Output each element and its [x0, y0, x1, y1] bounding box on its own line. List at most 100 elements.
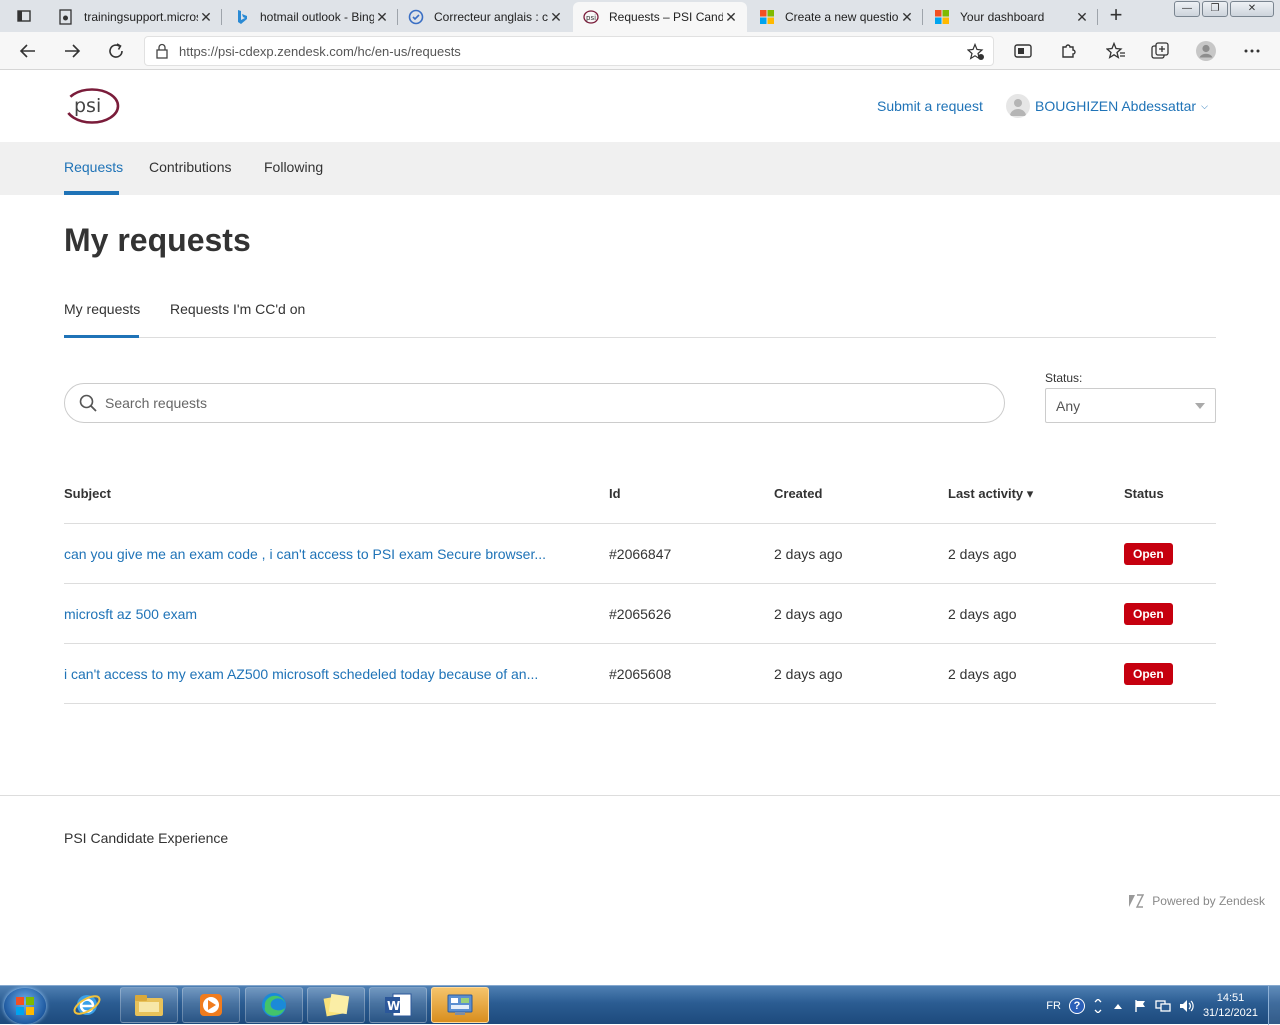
request-created: 2 days ago [774, 606, 843, 622]
taskbar-sticky-notes[interactable] [307, 987, 365, 1023]
windows-taskbar: W FR ? 14:51 31/12/2021 [0, 985, 1280, 1025]
language-indicator[interactable]: FR [1046, 1000, 1061, 1012]
column-header-id[interactable]: Id [609, 486, 621, 501]
tab-title: trainingsupport.microsoft.com [84, 10, 198, 24]
column-header-last-activity[interactable]: Last activity ▾ [948, 486, 1033, 502]
footer-brand-link[interactable]: PSI Candidate Experience [64, 830, 228, 846]
status-badge: Open [1124, 663, 1173, 685]
lock-icon [145, 43, 179, 59]
start-button[interactable] [4, 988, 46, 1024]
sub-navigation: Requests Contributions Following [0, 142, 1280, 195]
control-panel-icon [447, 994, 473, 1015]
browser-tab[interactable]: Correcteur anglais : c ✕ [398, 2, 572, 32]
site-footer: PSI Candidate Experience Powered by Zend… [0, 795, 1280, 985]
column-header-subject[interactable]: Subject [64, 486, 111, 501]
browser-tab[interactable]: Create a new question ✕ [749, 2, 923, 32]
edge-icon [262, 993, 286, 1017]
browser-tab-active[interactable]: psi Requests – PSI Candidate Experience … [573, 2, 747, 32]
taskbar-internet-explorer[interactable] [58, 987, 116, 1023]
search-input[interactable] [105, 395, 905, 411]
add-favorite-icon[interactable] [966, 42, 985, 64]
grammar-checker-icon [408, 9, 424, 25]
favorites-icon[interactable] [1105, 40, 1127, 62]
browser-tab[interactable]: Your dashboard ✕ [924, 2, 1098, 32]
arrow-right-icon [65, 44, 81, 58]
user-menu[interactable]: BOUGHIZEN Abdessattar ⌵ [1006, 94, 1208, 118]
help-icon[interactable]: ? [1068, 997, 1085, 1014]
avatar [1006, 94, 1030, 118]
requests-table: Subject Id Created Last activity ▾ Statu… [64, 463, 1216, 704]
show-desktop-button[interactable] [1268, 986, 1280, 1025]
minimize-button[interactable]: — [1174, 1, 1200, 17]
request-subject-link[interactable]: can you give me an exam code , i can't a… [64, 546, 546, 562]
taskbar-media-player[interactable] [182, 987, 240, 1023]
table-row: can you give me an exam code , i can't a… [64, 524, 1216, 584]
powered-by-zendesk-link[interactable]: Powered by Zendesk [1128, 894, 1265, 908]
psi-logo[interactable]: psi [63, 87, 121, 125]
request-id: #2065608 [609, 666, 672, 682]
search-box[interactable] [64, 383, 1005, 423]
taskbar-word[interactable]: W [369, 987, 427, 1023]
column-header-created[interactable]: Created [774, 486, 822, 501]
tab-actions-button[interactable] [0, 0, 48, 32]
action-center-flag-icon[interactable] [1133, 999, 1147, 1013]
request-created: 2 days ago [774, 666, 843, 682]
address-bar[interactable]: https://psi-cdexp.zendesk.com/hc/en-us/r… [144, 36, 994, 66]
refresh-button[interactable] [101, 36, 131, 66]
back-button[interactable] [13, 36, 43, 66]
tab-cc-requests[interactable]: Requests I'm CC'd on [170, 301, 305, 317]
volume-icon[interactable] [1179, 999, 1195, 1013]
clock-time: 14:51 [1216, 991, 1245, 1004]
psi-favicon-icon: psi [583, 9, 599, 25]
show-hidden-icons-icon[interactable] [1113, 1002, 1123, 1010]
status-filter-label: Status: [1045, 371, 1083, 385]
status-filter-select[interactable]: Any [1045, 388, 1216, 423]
new-tab-button[interactable]: + [1102, 4, 1130, 28]
more-options-icon[interactable] [1241, 40, 1263, 62]
clock[interactable]: 14:51 31/12/2021 [1203, 991, 1258, 1021]
subnav-item-following[interactable]: Following [264, 159, 323, 175]
tab-close-icon[interactable]: ✕ [548, 9, 564, 26]
request-subject-link[interactable]: microsft az 500 exam [64, 606, 197, 622]
profile-avatar-icon[interactable] [1195, 40, 1217, 62]
column-header-status[interactable]: Status [1124, 486, 1164, 501]
refresh-icon [109, 43, 123, 58]
tab-actions-icon [17, 10, 31, 22]
subnav-item-contributions[interactable]: Contributions [149, 159, 232, 175]
powered-by-text: Powered by Zendesk [1152, 894, 1265, 908]
collections-app-icon[interactable] [1012, 40, 1034, 62]
request-last-activity: 2 days ago [948, 666, 1017, 682]
browser-tab-bar: trainingsupport.microsoft.com ✕ hotmail … [0, 0, 1280, 32]
table-row: i can't access to my exam AZ500 microsof… [64, 644, 1216, 704]
subnav-item-requests[interactable]: Requests [64, 159, 123, 175]
maximize-button[interactable]: ❐ [1202, 1, 1228, 17]
browser-tab[interactable]: trainingsupport.microsoft.com ✕ [48, 2, 222, 32]
collections-icon[interactable] [1150, 40, 1172, 62]
window-controls: — ❐ ✕ [1174, 1, 1274, 17]
request-last-activity: 2 days ago [948, 606, 1017, 622]
taskbar-file-explorer[interactable] [120, 987, 178, 1023]
input-options-icon[interactable] [1093, 998, 1103, 1013]
taskbar-edge[interactable] [245, 987, 303, 1023]
windows-start-icon [16, 997, 34, 1015]
tab-close-icon[interactable]: ✕ [723, 9, 739, 26]
tab-close-icon[interactable]: ✕ [374, 9, 390, 26]
taskbar-control-panel[interactable] [431, 987, 489, 1023]
media-player-icon [200, 994, 222, 1016]
request-subject-link[interactable]: i can't access to my exam AZ500 microsof… [64, 666, 538, 682]
request-tabs: My requests Requests I'm CC'd on [64, 290, 1216, 338]
page-title: My requests [64, 222, 251, 258]
tab-close-icon[interactable]: ✕ [198, 9, 214, 26]
request-id: #2065626 [609, 606, 672, 622]
tab-close-icon[interactable]: ✕ [899, 9, 915, 26]
extensions-icon[interactable] [1057, 40, 1079, 62]
clock-date: 31/12/2021 [1202, 1006, 1258, 1019]
network-icon[interactable] [1155, 999, 1171, 1013]
forward-button[interactable] [57, 36, 87, 66]
browser-tab[interactable]: hotmail outlook - Bing ✕ [224, 2, 398, 32]
close-window-button[interactable]: ✕ [1230, 1, 1274, 17]
tab-my-requests[interactable]: My requests [64, 301, 140, 317]
tab-close-icon[interactable]: ✕ [1074, 9, 1090, 26]
bing-icon [234, 9, 250, 25]
submit-request-link[interactable]: Submit a request [877, 98, 983, 114]
